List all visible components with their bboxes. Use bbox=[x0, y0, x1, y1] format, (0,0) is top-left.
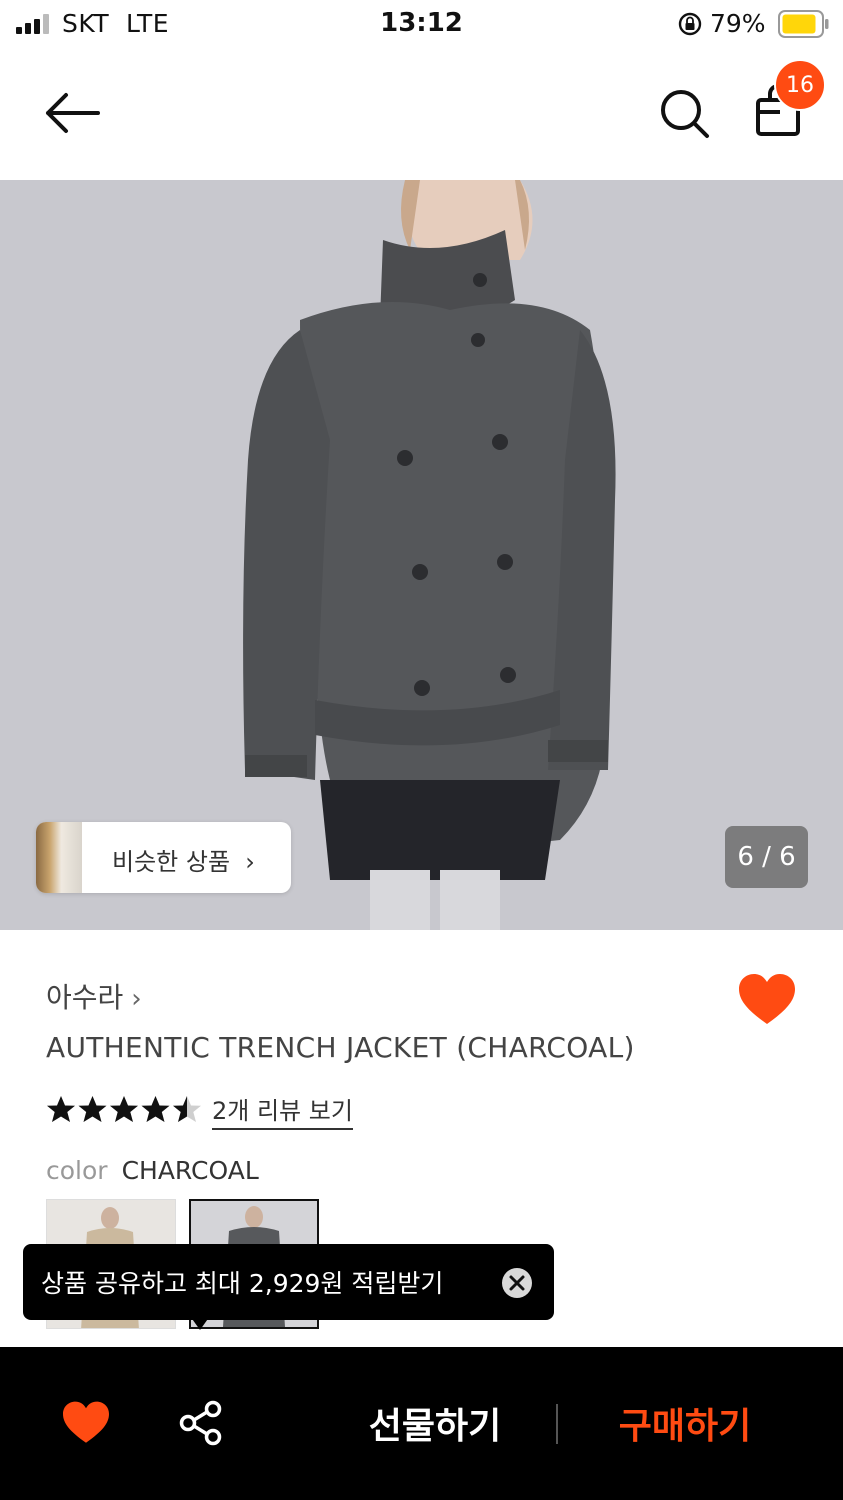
search-icon[interactable] bbox=[657, 86, 711, 140]
buy-button[interactable]: 구매하기 bbox=[590, 1397, 780, 1453]
toast-pointer bbox=[190, 1316, 210, 1330]
share-reward-toast: 상품 공유하고 최대 2,929원 적립받기 bbox=[23, 1244, 554, 1320]
product-image-carousel[interactable]: 비슷한 상품 › 6 / 6 bbox=[0, 180, 843, 930]
rating-stars bbox=[47, 1096, 201, 1122]
product-photo bbox=[0, 180, 843, 930]
star-icon bbox=[141, 1096, 170, 1122]
image-counter: 6 / 6 bbox=[725, 826, 808, 888]
back-arrow-icon[interactable] bbox=[42, 88, 102, 138]
like-heart-icon[interactable] bbox=[61, 1400, 111, 1446]
similar-products-button[interactable]: 비슷한 상품 › bbox=[36, 822, 291, 893]
gift-button[interactable]: 선물하기 bbox=[340, 1397, 530, 1453]
battery-percent: 79% bbox=[710, 9, 766, 38]
review-link[interactable]: 2개 리뷰 보기 bbox=[212, 1091, 353, 1130]
like-heart-icon[interactable] bbox=[737, 972, 797, 1028]
chevron-right-icon: › bbox=[131, 984, 142, 1014]
divider bbox=[556, 1404, 558, 1444]
star-icon bbox=[173, 1096, 201, 1122]
product-title: AUTHENTIC TRENCH JACKET (CHARCOAL) bbox=[46, 1031, 635, 1064]
status-bar: SKT LTE 13:12 79% bbox=[0, 0, 843, 48]
battery-icon bbox=[778, 10, 829, 38]
color-option-row: color CHARCOAL bbox=[46, 1156, 259, 1185]
brand-name: 아수라 bbox=[46, 981, 124, 1014]
star-icon bbox=[47, 1096, 75, 1122]
similar-products-label: 비슷한 상품 › bbox=[112, 848, 255, 876]
close-icon[interactable] bbox=[501, 1267, 533, 1299]
share-icon[interactable] bbox=[178, 1400, 224, 1446]
similar-products-thumbnail bbox=[36, 822, 82, 893]
bottom-action-bar: 선물하기 구매하기 bbox=[0, 1347, 843, 1500]
top-nav: 16 bbox=[0, 48, 843, 180]
color-key-label: color bbox=[46, 1156, 108, 1185]
cart-count-badge: 16 bbox=[774, 59, 826, 111]
orientation-lock-icon bbox=[678, 12, 702, 36]
color-value: CHARCOAL bbox=[121, 1156, 259, 1185]
star-icon bbox=[78, 1096, 107, 1122]
star-icon bbox=[110, 1096, 138, 1122]
toast-message: 상품 공유하고 최대 2,929원 적립받기 bbox=[41, 1269, 444, 1298]
brand-link[interactable]: 아수라 › bbox=[46, 976, 142, 1016]
